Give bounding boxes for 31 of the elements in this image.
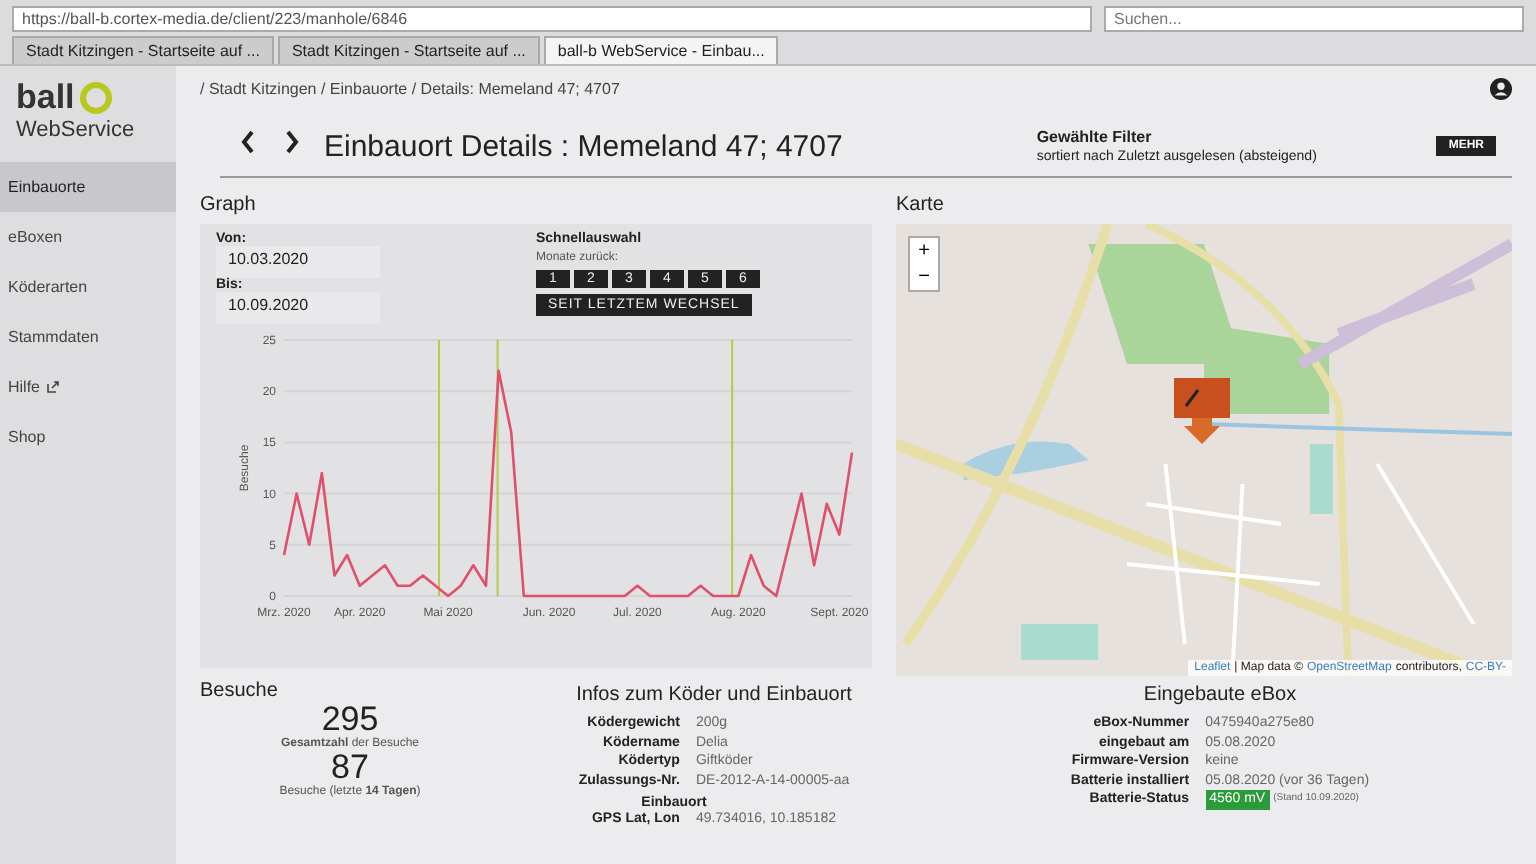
date-field[interactable]: 10.03.2020 <box>216 246 380 278</box>
sidebar-item[interactable]: Einbauorte <box>0 162 176 212</box>
filter-title: Gewählte Filter <box>1036 128 1154 146</box>
browser-tab[interactable]: Stadt Kitzingen - Startseite auf ... <box>277 36 540 64</box>
sidebar-item[interactable]: Köderarten <box>0 262 176 312</box>
user-icon[interactable] <box>1490 78 1512 100</box>
total-visits-count: 295 <box>321 702 379 738</box>
sidebar-item[interactable]: Shop <box>0 412 176 462</box>
search-field[interactable]: Suchen... <box>1104 5 1524 31</box>
section-title: Graph <box>200 192 258 220</box>
sidebar-item[interactable]: Hilfe <box>0 362 176 412</box>
sidebar-item[interactable]: eBoxen <box>0 212 176 262</box>
browser-tab[interactable]: ball-b WebService - Einbau... <box>543 36 779 64</box>
date-field[interactable]: 10.09.2020 <box>216 292 380 324</box>
logo-text: ball <box>16 78 75 118</box>
section-title: Infos zum Köder und Einbauort <box>574 682 854 710</box>
chevron-right-icon <box>284 130 300 154</box>
chevron-left-icon <box>240 130 256 154</box>
ring-logo-icon <box>78 80 115 116</box>
url-field[interactable]: https://ball-b.cortex-media.de/client/223/manhole/6846 <box>12 5 1092 31</box>
section-title: Karte <box>896 192 946 220</box>
logo-subtitle: WebService <box>16 118 135 142</box>
section-title: Eingebaute eBox <box>1141 682 1299 710</box>
page-title: Einbauort Details : Memeland 47; 4707 <box>324 129 845 163</box>
recent-visits-count: 87 <box>331 750 369 786</box>
browser-tab[interactable]: Stadt Kitzingen - Startseite auf ... <box>12 36 274 64</box>
sidebar-item[interactable]: Stammdaten <box>0 312 176 362</box>
section-title: Besuche <box>200 680 278 702</box>
breadcrumb: / Stadt Kitzingen / Einbauorte / Details: Memeland 47; 4707 <box>200 80 620 98</box>
bait-station-marker-icon <box>1173 377 1230 446</box>
external-link-icon <box>46 380 61 394</box>
